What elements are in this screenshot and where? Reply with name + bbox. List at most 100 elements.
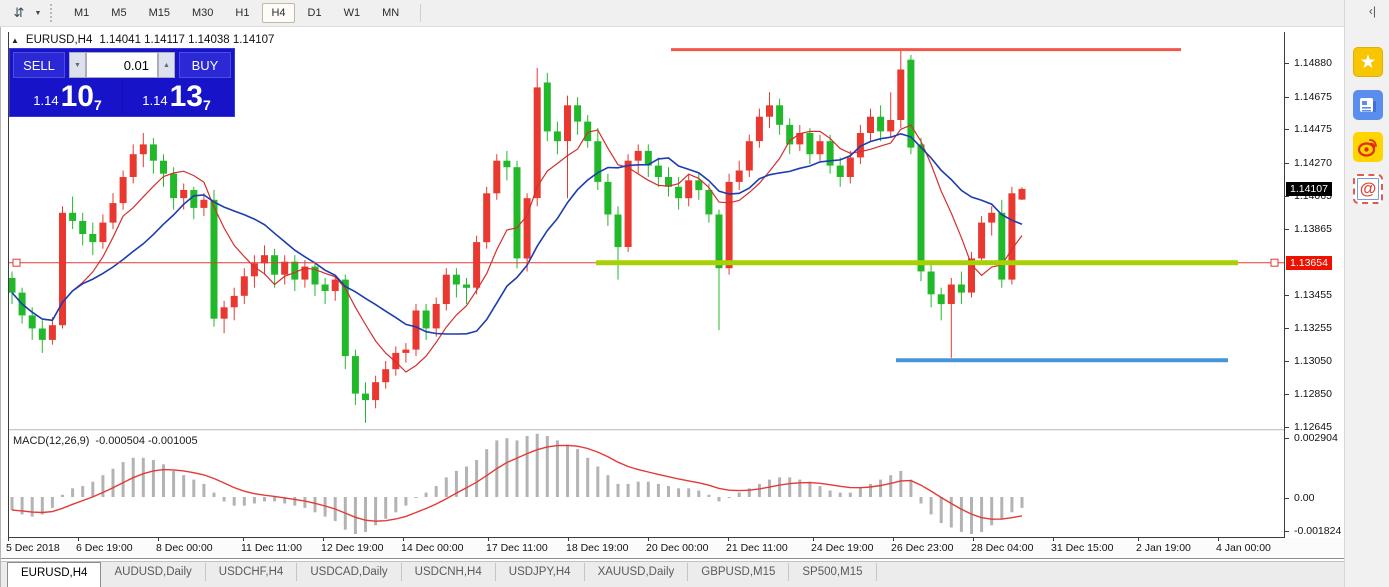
timeframe-m15-button[interactable]: M15 — [140, 3, 179, 23]
timeframe-m1-button[interactable]: M1 — [65, 3, 98, 23]
tab-usdcnh-h4[interactable]: USDCNH,H4 — [402, 563, 496, 581]
sell-price[interactable]: 1.14 10 7 — [13, 78, 122, 114]
tab-usdcad-daily[interactable]: USDCAD,Daily — [297, 563, 401, 581]
news-feed-icon[interactable] — [1353, 90, 1383, 120]
price-axis-label: 1.13455 — [1294, 289, 1332, 301]
candle-body — [877, 117, 884, 132]
macd-histogram-bar — [202, 484, 205, 497]
macd-histogram-bar — [485, 449, 488, 497]
sell-price-sup: 7 — [94, 98, 102, 112]
favorites-star-icon[interactable]: ★ — [1353, 47, 1383, 77]
macd-histogram-bar — [394, 497, 397, 512]
macd-indicator-plot[interactable] — [9, 433, 1284, 536]
tab-gbpusd-m15[interactable]: GBPUSD,M15 — [688, 563, 789, 581]
macd-histogram-bar — [61, 495, 64, 497]
macd-histogram-bar — [980, 497, 983, 532]
macd-label: MACD(12,26,9) -0.000504 -0.001005 — [13, 435, 198, 447]
volume-increase-button[interactable]: ▲ — [158, 52, 175, 78]
price-axis-label: 1.14880 — [1294, 57, 1332, 69]
timeframe-h4-button[interactable]: H4 — [262, 3, 294, 23]
timeframe-d1-button[interactable]: D1 — [299, 3, 331, 23]
candle-body — [372, 382, 379, 400]
time-axis-tick — [243, 538, 244, 541]
sidebar-collapse-icon[interactable]: ‹| — [1369, 4, 1376, 18]
pane-separator[interactable] — [8, 429, 1345, 431]
macd-histogram-bar — [879, 480, 882, 497]
chart-type-icon[interactable]: ⇵ — [6, 3, 32, 23]
timeframe-mn-button[interactable]: MN — [373, 3, 408, 23]
price-axis-label: 0.00 — [1294, 492, 1314, 504]
candle-body — [675, 187, 682, 198]
toolbar-drag-handle[interactable] — [50, 4, 55, 22]
candle-body — [998, 213, 1005, 280]
macd-histogram-bar — [435, 486, 438, 497]
macd-histogram-bar — [536, 434, 539, 497]
timeframe-w1-button[interactable]: W1 — [335, 3, 370, 23]
time-axis-tick — [973, 538, 974, 541]
macd-histogram-bar — [869, 484, 872, 497]
candle-body — [322, 285, 329, 292]
macd-histogram-bar — [657, 484, 660, 497]
candle-body — [493, 161, 500, 194]
macd-histogram-bar — [556, 440, 559, 497]
time-axis[interactable]: 5 Dec 20186 Dec 19:008 Dec 00:0011 Dec 1… — [1, 538, 1345, 558]
candle-body — [433, 304, 440, 328]
weibo-icon[interactable] — [1353, 132, 1383, 162]
sell-button[interactable]: SELL — [13, 52, 65, 78]
candle-body — [685, 180, 692, 198]
chart-tab-bar: EURUSD,H4 AUDUSD,Daily USDCHF,H4 USDCAD,… — [1, 561, 1345, 587]
macd-histogram-bar — [546, 436, 549, 497]
mail-at-icon[interactable]: @ — [1353, 174, 1383, 204]
timeframe-m5-button[interactable]: M5 — [102, 3, 135, 23]
candle-body — [928, 272, 935, 295]
candle-body — [817, 141, 824, 154]
time-axis-label: 14 Dec 00:00 — [401, 542, 463, 554]
star-glyph: ★ — [1359, 51, 1376, 74]
macd-histogram-bar — [990, 497, 993, 525]
buy-price[interactable]: 1.14 13 7 — [122, 78, 231, 114]
candle-body — [291, 262, 298, 280]
tab-eurusd-h4[interactable]: EURUSD,H4 — [7, 562, 101, 587]
macd-histogram-bar — [647, 482, 650, 497]
collapse-panel-icon[interactable]: ▲ — [11, 36, 19, 45]
candle-body — [221, 307, 228, 318]
candle-body — [534, 87, 541, 198]
macd-histogram-bar — [667, 486, 670, 497]
price-axis-label: 1.12850 — [1294, 388, 1332, 400]
time-axis-label: 18 Dec 19:00 — [566, 542, 628, 554]
candle-body — [342, 280, 349, 357]
tab-xauusd-daily[interactable]: XAUUSD,Daily — [585, 563, 689, 581]
axis-tick — [1285, 163, 1289, 164]
candle-body — [49, 325, 56, 340]
candle-body — [130, 154, 137, 177]
candle-body — [483, 193, 490, 242]
macd-histogram-bar — [526, 436, 529, 497]
tab-usdjpy-h4[interactable]: USDJPY,H4 — [496, 563, 585, 581]
price-axis[interactable]: 1.148801.146751.144751.142701.140651.138… — [1285, 27, 1345, 561]
timeframe-m30-button[interactable]: M30 — [183, 3, 222, 23]
candle-body — [443, 275, 450, 304]
volume-decrease-button[interactable]: ▼ — [69, 52, 86, 78]
macd-histogram-bar — [920, 497, 923, 504]
candle-body — [756, 117, 763, 141]
hline-1.13654-handle[interactable] — [1271, 259, 1278, 266]
macd-histogram-bar — [596, 467, 599, 498]
chart-window: ▲ EURUSD,H4 1.14041 1.14117 1.14038 1.14… — [0, 27, 1344, 587]
tab-sp500-m15[interactable]: SP500,M15 — [789, 563, 876, 581]
chart-type-dropdown-icon[interactable]: ▼ — [32, 3, 44, 23]
time-axis-label: 21 Dec 11:00 — [726, 542, 788, 554]
candle-body — [897, 70, 904, 121]
tab-audusd-daily[interactable]: AUDUSD,Daily — [101, 563, 205, 581]
volume-input[interactable]: 0.01 — [86, 52, 158, 78]
macd-histogram-bar — [112, 469, 115, 497]
hline-1.13654-handle[interactable] — [13, 259, 20, 266]
buy-button[interactable]: BUY — [179, 52, 231, 78]
time-axis-label: 5 Dec 2018 — [6, 542, 60, 554]
tab-usdchf-h4[interactable]: USDCHF,H4 — [206, 563, 298, 581]
candle-body — [948, 285, 955, 305]
axis-tick — [1285, 438, 1289, 439]
candle-body — [958, 285, 965, 293]
time-axis-tick — [8, 538, 9, 541]
macd-histogram-bar — [566, 445, 569, 497]
timeframe-h1-button[interactable]: H1 — [226, 3, 258, 23]
